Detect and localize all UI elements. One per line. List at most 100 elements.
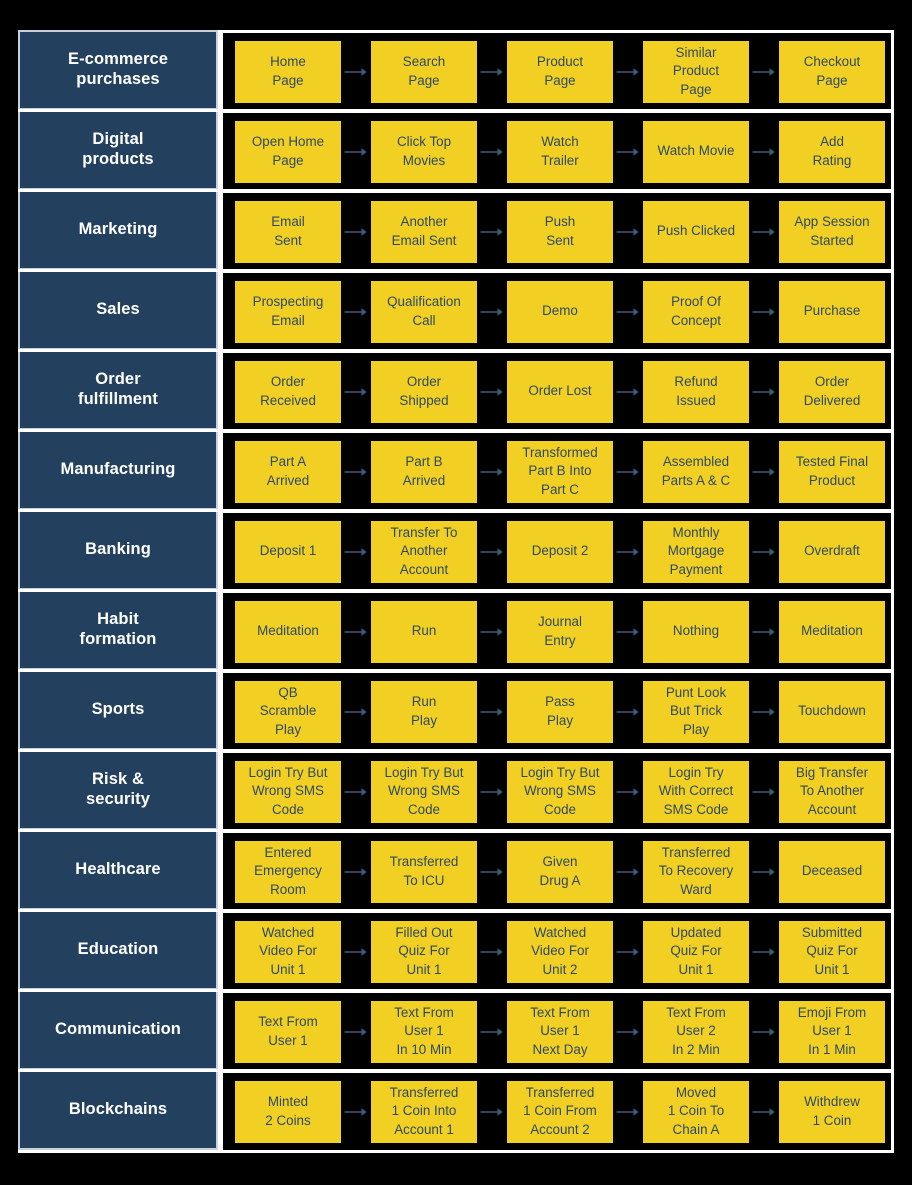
flow-step-label: Touchdown xyxy=(798,703,866,719)
flow-step-box[interactable]: Pass Play xyxy=(507,680,613,743)
flow-step-box[interactable]: Order Shipped xyxy=(371,360,477,423)
flow-step-label: Order Shipped xyxy=(399,374,449,408)
category-label-cell[interactable]: E-commerce purchases xyxy=(18,30,218,110)
flow-step-box[interactable]: Part B Arrived xyxy=(371,440,477,503)
category-label-cell[interactable]: Healthcare xyxy=(18,830,218,910)
flow-step-box[interactable]: Punt Look But Trick Play xyxy=(643,680,749,743)
flow-step-box[interactable]: Part A Arrived xyxy=(235,440,341,503)
flow-step-label: Pass Play xyxy=(545,694,575,728)
flow-step-box[interactable]: Meditation xyxy=(779,600,885,663)
flow-step-box[interactable]: Text From User 1 Next Day xyxy=(507,1000,613,1063)
flow-step-label: Transferred To ICU xyxy=(389,854,459,888)
flow-step-box[interactable]: Transfer To Another Account xyxy=(371,520,477,583)
flow-step-box[interactable]: Open Home Page xyxy=(235,120,341,183)
flow-step-box[interactable]: Emoji From User 1 In 1 Min xyxy=(779,1000,885,1063)
flow-step-box[interactable]: Assembled Parts A & C xyxy=(643,440,749,503)
flow-step-box[interactable]: Demo xyxy=(507,280,613,343)
flow-step-box[interactable]: Search Page xyxy=(371,40,477,103)
flow-step-box[interactable]: Checkout Page xyxy=(779,40,885,103)
flow-step-label: Transformed Part B Into Part C xyxy=(522,444,598,497)
category-label-cell[interactable]: Sales xyxy=(18,270,218,350)
flow-step-box[interactable]: Withdrew 1 Coin xyxy=(779,1080,885,1143)
flow-step-box[interactable]: Another Email Sent xyxy=(371,200,477,263)
flow-step-box[interactable]: Entered Emergency Room xyxy=(235,840,341,903)
flow-step-box[interactable]: Login Try But Wrong SMS Code xyxy=(507,760,613,823)
flow-step-box[interactable]: Watch Trailer xyxy=(507,120,613,183)
flow-step-box[interactable]: Push Clicked xyxy=(643,200,749,263)
flow-step-box[interactable]: Text From User 2 In 2 Min xyxy=(643,1000,749,1063)
flow-step-box[interactable]: Monthly Mortgage Payment xyxy=(643,520,749,583)
flow-step-box[interactable]: Run Play xyxy=(371,680,477,743)
flow-step-box[interactable]: Watched Video For Unit 2 xyxy=(507,920,613,983)
flow-step-box[interactable]: Transformed Part B Into Part C xyxy=(507,440,613,503)
flow-step-box[interactable]: App Session Started xyxy=(779,200,885,263)
flow-track: Meditation Run Journal Entry Nothing Meditat… xyxy=(223,590,894,670)
flow-step-box[interactable]: Product Page xyxy=(507,40,613,103)
flow-step-box[interactable]: Given Drug A xyxy=(507,840,613,903)
flow-step-box[interactable]: Order Delivered xyxy=(779,360,885,423)
flow-step-box[interactable]: Text From User 1 In 10 Min xyxy=(371,1000,477,1063)
category-label: Order fulfillment xyxy=(78,370,158,408)
flow-step-box[interactable]: Deceased xyxy=(779,840,885,903)
flow-step-box[interactable]: Add Rating xyxy=(779,120,885,183)
flow-step-box[interactable]: Push Sent xyxy=(507,200,613,263)
flow-step-box[interactable]: Filled Out Quiz For Unit 1 xyxy=(371,920,477,983)
flow-step-box[interactable]: Prospecting Email xyxy=(235,280,341,343)
flow-step-box[interactable]: Submitted Quiz For Unit 1 xyxy=(779,920,885,983)
flow-step-box[interactable]: Nothing xyxy=(643,600,749,663)
flow-step-box[interactable]: Updated Quiz For Unit 1 xyxy=(643,920,749,983)
flow-step-box[interactable]: Click Top Movies xyxy=(371,120,477,183)
category-label-cell[interactable]: Digital products xyxy=(18,110,218,190)
flow-step-box[interactable]: Home Page xyxy=(235,40,341,103)
flow-step-box[interactable]: Qualification Call xyxy=(371,280,477,343)
category-label-cell[interactable]: Marketing xyxy=(18,190,218,270)
flow-step-box[interactable]: QB Scramble Play xyxy=(235,680,341,743)
category-label-cell[interactable]: Risk & security xyxy=(18,750,218,830)
flow-step-label: Punt Look But Trick Play xyxy=(665,684,727,737)
flow-step-box[interactable]: Run xyxy=(371,600,477,663)
category-label-cell[interactable]: Education xyxy=(18,910,218,990)
flow-step-box[interactable]: Login Try But Wrong SMS Code xyxy=(235,760,341,823)
flow-step-box[interactable]: Login Try But Wrong SMS Code xyxy=(371,760,477,823)
flow-step-box[interactable]: Order Lost xyxy=(507,360,613,423)
category-label-cell[interactable]: Manufacturing xyxy=(18,430,218,510)
flow-step-box[interactable]: Meditation xyxy=(235,600,341,663)
flow-step-box[interactable]: Tested Final Product xyxy=(779,440,885,503)
flow-step-label: Part B Arrived xyxy=(402,454,446,488)
category-label-cell[interactable]: Habit formation xyxy=(18,590,218,670)
flow-step-box[interactable]: Watched Video For Unit 1 xyxy=(235,920,341,983)
flow-step-box[interactable]: Refund Issued xyxy=(643,360,749,423)
flow-step-box[interactable]: Watch Movie xyxy=(643,120,749,183)
flow-step-box[interactable]: Text From User 1 xyxy=(235,1000,341,1063)
flow-step-box[interactable]: Purchase xyxy=(779,280,885,343)
flow-step-box[interactable]: Transferred To ICU xyxy=(371,840,477,903)
flow-step-label: Monthly Mortgage Payment xyxy=(667,524,725,577)
flow-step-label: Withdrew 1 Coin xyxy=(804,1094,860,1128)
category-label-cell[interactable]: Blockchains xyxy=(18,1070,218,1150)
flow-step-box[interactable]: Journal Entry xyxy=(507,600,613,663)
arrow-right-icon xyxy=(752,946,776,958)
flow-step-box[interactable]: Deposit 1 xyxy=(235,520,341,583)
flow-step-box[interactable]: Overdraft xyxy=(779,520,885,583)
flow-step-box[interactable]: Deposit 2 xyxy=(507,520,613,583)
flow-step-box[interactable]: Touchdown xyxy=(779,680,885,743)
arrow-right-icon xyxy=(480,306,504,318)
flow-step-label: Meditation xyxy=(801,623,863,639)
flow-step-box[interactable]: Transferred To Recovery Ward xyxy=(643,840,749,903)
diagram-row: Education Watched Video For Unit 1 Filled … xyxy=(18,910,894,992)
flow-step-box[interactable]: Email Sent xyxy=(235,200,341,263)
flow-step-box[interactable]: Minted 2 Coins xyxy=(235,1080,341,1143)
flow-step-box[interactable]: Login Try With Correct SMS Code xyxy=(643,760,749,823)
flow-step-label: Transferred To Recovery Ward xyxy=(658,844,734,897)
flow-step-box[interactable]: Big Transfer To Another Account xyxy=(779,760,885,823)
category-label-cell[interactable]: Communication xyxy=(18,990,218,1070)
flow-step-box[interactable]: Moved 1 Coin To Chain A xyxy=(643,1080,749,1143)
flow-step-box[interactable]: Transferred 1 Coin From Account 2 xyxy=(507,1080,613,1143)
flow-step-box[interactable]: Transferred 1 Coin Into Account 1 xyxy=(371,1080,477,1143)
flow-step-box[interactable]: Order Received xyxy=(235,360,341,423)
category-label-cell[interactable]: Sports xyxy=(18,670,218,750)
category-label-cell[interactable]: Order fulfillment xyxy=(18,350,218,430)
flow-step-box[interactable]: Similar Product Page xyxy=(643,40,749,103)
flow-step-box[interactable]: Proof Of Concept xyxy=(643,280,749,343)
category-label-cell[interactable]: Banking xyxy=(18,510,218,590)
